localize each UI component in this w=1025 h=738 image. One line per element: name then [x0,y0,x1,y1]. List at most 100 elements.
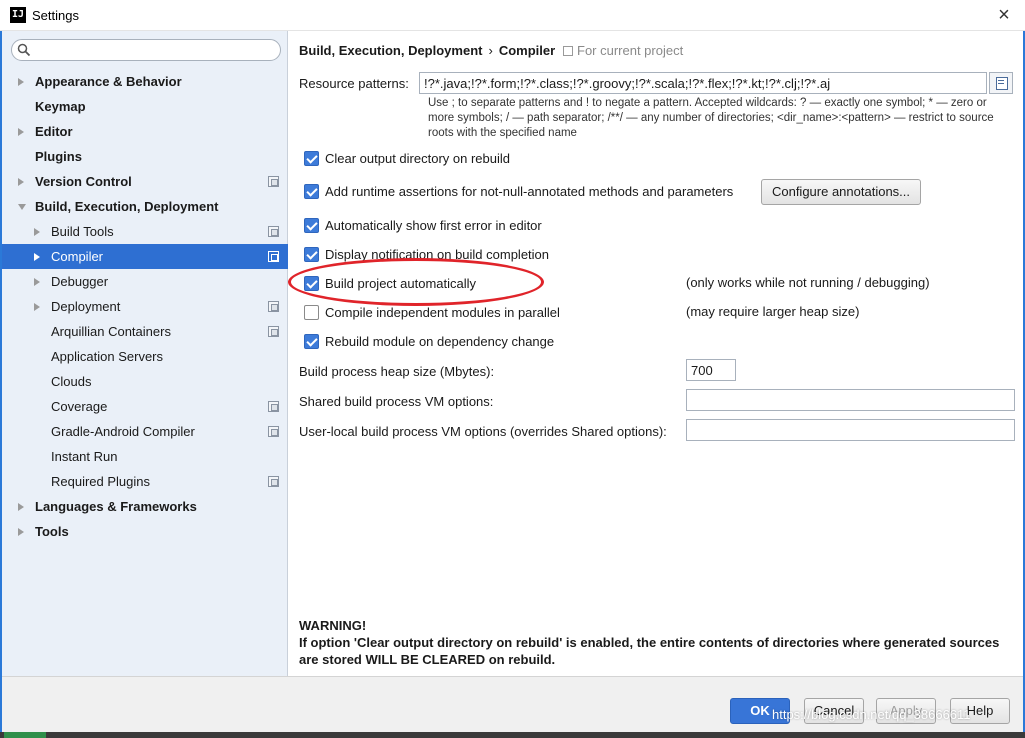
project-scope-label: For current project [577,43,684,58]
breadcrumb-parent: Build, Execution, Deployment [299,43,483,58]
user-vm-options-input[interactable] [686,419,1015,441]
tree-item-label: Compiler [51,249,104,264]
show-first-error-checkbox[interactable] [304,218,319,233]
display-notification-checkbox[interactable] [304,247,319,262]
tree-item-label: Coverage [51,399,108,414]
title-bar: IJ Settings × [0,0,1025,31]
tree-item-appearance-behavior[interactable]: Appearance & Behavior [2,69,288,94]
clear-output-checkbox[interactable] [304,151,319,166]
collapsed-arrow-icon[interactable] [18,503,24,511]
collapsed-arrow-icon[interactable] [18,128,24,136]
rebuild-module-label: Rebuild module on dependency change [325,334,555,349]
window-title: Settings [32,8,79,23]
rebuild-module-checkbox[interactable] [304,334,319,349]
tree-item-gradle-android-compiler[interactable]: Gradle-Android Compiler [2,419,288,444]
background-ide-strip [0,732,1025,738]
project-level-icon [268,226,279,237]
resource-patterns-label: Resource patterns: [299,76,409,91]
tree-item-instant-run[interactable]: Instant Run [2,444,288,469]
project-level-icon [268,176,279,187]
compile-parallel-label: Compile independent modules in parallel [325,305,560,320]
tree-item-application-servers[interactable]: Application Servers [2,344,288,369]
tree-item-compiler[interactable]: Compiler [2,244,288,269]
tree-item-build-execution-deployment[interactable]: Build, Execution, Deployment [2,194,288,219]
background-ide-indicator [4,732,46,738]
project-scope-note: For current project [563,43,683,58]
breadcrumb-separator: › [488,43,493,58]
tree-item-label: Instant Run [51,449,118,464]
collapsed-arrow-icon[interactable] [34,228,40,236]
project-level-icon [268,251,279,262]
tree-item-deployment[interactable]: Deployment [2,294,288,319]
tree-item-label: Build Tools [51,224,114,239]
tree-item-clouds[interactable]: Clouds [2,369,288,394]
compiler-settings-panel: Build, Execution, Deployment › Compiler Fo… [289,31,1023,676]
collapsed-arrow-icon[interactable] [18,78,24,86]
warning-body: If option 'Clear output directory on reb… [299,635,1000,667]
user-vm-options-label: User-local build process VM options (ove… [299,424,667,439]
project-level-icon [268,401,279,412]
tree-item-editor[interactable]: Editor [2,119,288,144]
settings-search-box[interactable] [11,39,281,61]
tree-item-languages-frameworks[interactable]: Languages & Frameworks [2,494,288,519]
tree-item-label: Languages & Frameworks [35,499,197,514]
search-icon [17,43,31,57]
shared-vm-options-input[interactable] [686,389,1015,411]
tree-item-label: Debugger [51,274,109,289]
resource-patterns-help: Use ; to separate patterns and ! to nega… [428,97,994,139]
resource-patterns-input[interactable] [419,72,987,94]
tree-item-required-plugins[interactable]: Required Plugins [2,469,288,494]
project-level-icon [268,476,279,487]
clear-output-label: Clear output directory on rebuild [325,151,510,166]
project-level-icon [268,426,279,437]
expanded-arrow-icon[interactable] [18,204,26,210]
configure-annotations-button[interactable]: Configure annotations... [761,179,921,205]
build-automatically-note: (only works while not running / debuggin… [686,275,930,290]
tree-item-label: Appearance & Behavior [35,74,182,89]
collapsed-arrow-icon[interactable] [18,528,24,536]
runtime-assertions-checkbox[interactable] [304,184,319,199]
expand-field-icon[interactable] [989,72,1013,94]
tree-item-coverage[interactable]: Coverage [2,394,288,419]
tree-item-label: Version Control [35,174,132,189]
tree-item-version-control[interactable]: Version Control [2,169,288,194]
tree-item-label: Clouds [51,374,92,389]
shared-vm-options-label: Shared build process VM options: [299,394,494,409]
show-first-error-label: Automatically show first error in editor [325,218,542,233]
breadcrumb: Build, Execution, Deployment › Compiler [299,43,555,58]
close-icon[interactable]: × [991,3,1017,27]
watermark-text: https://blog.csdn.net/qq_38666611 [772,707,971,722]
settings-search-input[interactable] [36,42,276,58]
compile-parallel-checkbox[interactable] [304,305,319,320]
compile-parallel-note: (may require larger heap size) [686,304,860,319]
collapsed-arrow-icon[interactable] [34,303,40,311]
tree-item-arquillian-containers[interactable]: Arquillian Containers [2,319,288,344]
heap-size-label: Build process heap size (Mbytes): [299,364,495,379]
build-automatically-checkbox[interactable] [304,276,319,291]
tree-item-debugger[interactable]: Debugger [2,269,288,294]
tree-item-label: Application Servers [51,349,163,364]
tree-item-build-tools[interactable]: Build Tools [2,219,288,244]
intellij-app-icon: IJ [10,7,26,23]
breadcrumb-current: Compiler [498,43,556,58]
tree-item-plugins[interactable]: Plugins [2,144,288,169]
project-level-icon [268,326,279,337]
build-automatically-label: Build project automatically [325,276,477,291]
tree-item-label: Gradle-Android Compiler [51,424,195,439]
runtime-assertions-label: Add runtime assertions for not-null-anno… [325,184,734,199]
tree-item-label: Required Plugins [51,474,151,489]
collapsed-arrow-icon[interactable] [34,253,40,261]
heap-size-input[interactable] [686,359,736,381]
tree-item-keymap[interactable]: Keymap [2,94,288,119]
tree-item-label: Deployment [51,299,121,314]
tree-item-label: Tools [35,524,69,539]
tree-item-label: Build, Execution, Deployment [35,199,219,214]
collapsed-arrow-icon[interactable] [34,278,40,286]
collapsed-arrow-icon[interactable] [18,178,24,186]
tree-item-label: Keymap [35,99,86,114]
tree-item-label: Plugins [35,149,82,164]
project-scope-icon [563,46,573,56]
project-level-icon [268,301,279,312]
warning-title: WARNING! [299,618,367,633]
tree-item-tools[interactable]: Tools [2,519,288,544]
